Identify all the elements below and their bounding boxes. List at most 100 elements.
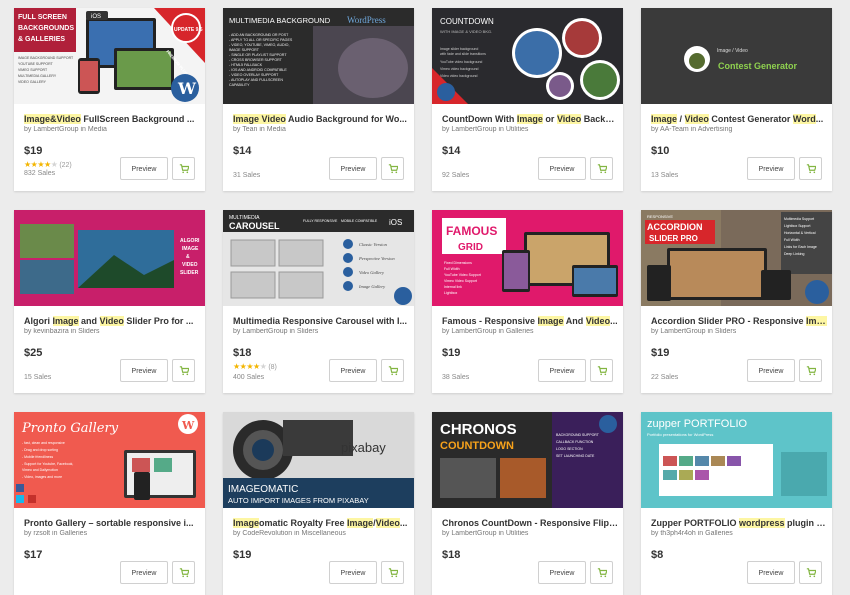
product-title[interactable]: Algori Image and Video Slider Pro for ..… xyxy=(24,316,200,326)
svg-text:Image Gallery: Image Gallery xyxy=(358,284,385,289)
product-thumbnail[interactable]: FULL SCREEN BACKGROUNDS & GALLERIES IMAG… xyxy=(14,8,205,104)
product-card[interactable]: Pronto Gallery - fast, clean and respons… xyxy=(14,412,205,595)
rating: ★★★★★ (22) xyxy=(24,160,72,169)
product-card[interactable]: COUNTDOWN WITH IMAGE & VIDEO BKG. Image … xyxy=(432,8,623,191)
product-title[interactable]: Image / Video Contest Generator Word... xyxy=(651,114,827,124)
search-highlight: Image xyxy=(516,114,543,124)
product-card[interactable]: zupper PORTFOLIO Portfolio presentations… xyxy=(641,412,832,595)
product-title[interactable]: Accordion Slider PRO - Responsive Ima... xyxy=(651,316,827,326)
category-link[interactable]: Galleries xyxy=(506,328,534,335)
product-thumbnail[interactable]: ALGORI IMAGE & VIDEO SLIDER xyxy=(14,210,205,306)
preview-button[interactable]: Preview xyxy=(329,359,377,382)
svg-text:W: W xyxy=(181,419,195,432)
search-highlight: Image xyxy=(651,114,678,124)
shopping-cart-icon xyxy=(388,163,398,173)
product-title[interactable]: Imageomatic Royalty Free Image/Video... xyxy=(233,518,409,528)
product-thumbnail[interactable]: CHRONOS COUNTDOWN BACKGROUND SUPPORT CAL… xyxy=(432,412,623,508)
product-card[interactable]: ALGORI IMAGE & VIDEO SLIDER Algori Image… xyxy=(14,210,205,393)
category-link[interactable]: Utilities xyxy=(506,126,529,133)
product-thumbnail[interactable]: RESPONSIVE ACCORDION SLIDER PRO Multimed… xyxy=(641,210,832,306)
preview-button[interactable]: Preview xyxy=(329,561,377,584)
product-card[interactable]: RESPONSIVE ACCORDION SLIDER PRO Multimed… xyxy=(641,210,832,393)
product-title[interactable]: Pronto Gallery – sortable responsive i..… xyxy=(24,518,200,528)
svg-text:CALLBACK FUNCTION: CALLBACK FUNCTION xyxy=(556,440,594,444)
rating: ★★★★★ (8) xyxy=(233,362,277,371)
author-link[interactable]: kevinbazira xyxy=(33,328,68,335)
product-thumbnail[interactable]: COUNTDOWN WITH IMAGE & VIDEO BKG. Image … xyxy=(432,8,623,104)
author-link[interactable]: Tean xyxy=(242,126,257,133)
product-title[interactable]: Multimedia Responsive Carousel with I... xyxy=(233,316,409,326)
category-link[interactable]: Galleries xyxy=(59,530,87,537)
add-to-cart-button[interactable] xyxy=(590,359,613,382)
product-title[interactable]: CountDown With Image or Video Backg... xyxy=(442,114,618,124)
product-thumbnail[interactable]: Pronto Gallery - fast, clean and respons… xyxy=(14,412,205,508)
add-to-cart-button[interactable] xyxy=(172,359,195,382)
product-thumbnail[interactable]: zupper PORTFOLIO Portfolio presentations… xyxy=(641,412,832,508)
author-link[interactable]: AA-Team xyxy=(660,126,689,133)
category-link[interactable]: Sliders xyxy=(78,328,99,335)
add-to-cart-button[interactable] xyxy=(799,157,822,180)
preview-button[interactable]: Preview xyxy=(538,359,586,382)
category-link[interactable]: Miscellaneous xyxy=(302,530,346,537)
svg-text:- Video, images and more: - Video, images and more xyxy=(22,475,62,479)
svg-text:SLIDER PRO: SLIDER PRO xyxy=(649,234,698,243)
add-to-cart-button[interactable] xyxy=(590,157,613,180)
product-byline: by th3ph4r4oh in Galleries xyxy=(651,530,733,537)
preview-button[interactable]: Preview xyxy=(538,561,586,584)
add-to-cart-button[interactable] xyxy=(381,157,404,180)
category-link[interactable]: Media xyxy=(88,126,107,133)
product-card[interactable]: MULTIMEDIA CAROUSEL FULLY RESPONSIVE MOB… xyxy=(223,210,414,393)
author-link[interactable]: th3ph4r4oh xyxy=(660,530,695,537)
product-title[interactable]: Image&Video FullScreen Background ... xyxy=(24,114,200,124)
category-link[interactable]: Utilities xyxy=(506,530,529,537)
add-to-cart-button[interactable] xyxy=(799,561,822,584)
title-text: CountDown With xyxy=(442,114,517,124)
preview-button[interactable]: Preview xyxy=(120,561,168,584)
author-link[interactable]: LambertGroup xyxy=(451,530,496,537)
product-card[interactable]: MULTIMEDIA BACKGROUND WordPress - ADD AN… xyxy=(223,8,414,191)
author-link[interactable]: LambertGroup xyxy=(242,328,287,335)
preview-button[interactable]: Preview xyxy=(329,157,377,180)
product-title[interactable]: Image Video Audio Background for Wo... xyxy=(233,114,409,124)
author-link[interactable]: LambertGroup xyxy=(451,328,496,335)
category-link[interactable]: Media xyxy=(267,126,286,133)
preview-button[interactable]: Preview xyxy=(747,359,795,382)
product-card[interactable]: FAMOUS GRID Fixed Dimensions Full Width … xyxy=(432,210,623,393)
product-title[interactable]: Famous - Responsive Image And Video... xyxy=(442,316,618,326)
product-title[interactable]: Zupper PORTFOLIO wordpress plugin - ... xyxy=(651,518,827,528)
product-thumbnail[interactable]: FAMOUS GRID Fixed Dimensions Full Width … xyxy=(432,210,623,306)
svg-text:Portfolio presentations for Wo: Portfolio presentations for WordPress xyxy=(647,432,713,437)
category-link[interactable]: Galleries xyxy=(705,530,733,537)
preview-button[interactable]: Preview xyxy=(538,157,586,180)
product-thumbnail[interactable]: pixabay IMAGEOMATIC AUTO IMPORT IMAGES F… xyxy=(223,412,414,508)
product-title[interactable]: Chronos CountDown - Responsive Flip ... xyxy=(442,518,618,528)
sales-count: 22 Sales xyxy=(651,374,679,381)
preview-button[interactable]: Preview xyxy=(120,359,168,382)
add-to-cart-button[interactable] xyxy=(799,359,822,382)
product-thumbnail[interactable]: MULTIMEDIA BACKGROUND WordPress - ADD AN… xyxy=(223,8,414,104)
add-to-cart-button[interactable] xyxy=(590,561,613,584)
add-to-cart-button[interactable] xyxy=(381,561,404,584)
add-to-cart-button[interactable] xyxy=(172,157,195,180)
category-link[interactable]: Advertising xyxy=(698,126,733,133)
product-thumbnail[interactable]: MULTIMEDIA CAROUSEL FULLY RESPONSIVE MOB… xyxy=(223,210,414,306)
author-link[interactable]: LambertGroup xyxy=(33,126,78,133)
author-link[interactable]: LambertGroup xyxy=(451,126,496,133)
author-link[interactable]: LambertGroup xyxy=(660,328,705,335)
category-link[interactable]: Sliders xyxy=(297,328,318,335)
svg-text:- CROSS BROWSER SUPPORT: - CROSS BROWSER SUPPORT xyxy=(229,58,283,62)
author-link[interactable]: CodeRevolution xyxy=(242,530,292,537)
product-card[interactable]: CHRONOS COUNTDOWN BACKGROUND SUPPORT CAL… xyxy=(432,412,623,595)
add-to-cart-button[interactable] xyxy=(381,359,404,382)
product-card[interactable]: pixabay IMAGEOMATIC AUTO IMPORT IMAGES F… xyxy=(223,412,414,595)
product-card[interactable]: Image / Video Contest Generator Image / … xyxy=(641,8,832,191)
author-link[interactable]: rzsolt xyxy=(33,530,50,537)
product-card[interactable]: FULL SCREEN BACKGROUNDS & GALLERIES IMAG… xyxy=(14,8,205,191)
preview-button[interactable]: Preview xyxy=(120,157,168,180)
category-link[interactable]: Sliders xyxy=(715,328,736,335)
preview-button[interactable]: Preview xyxy=(747,561,795,584)
title-text: ... xyxy=(815,114,824,124)
product-thumbnail[interactable]: Image / Video Contest Generator xyxy=(641,8,832,104)
add-to-cart-button[interactable] xyxy=(172,561,195,584)
preview-button[interactable]: Preview xyxy=(747,157,795,180)
